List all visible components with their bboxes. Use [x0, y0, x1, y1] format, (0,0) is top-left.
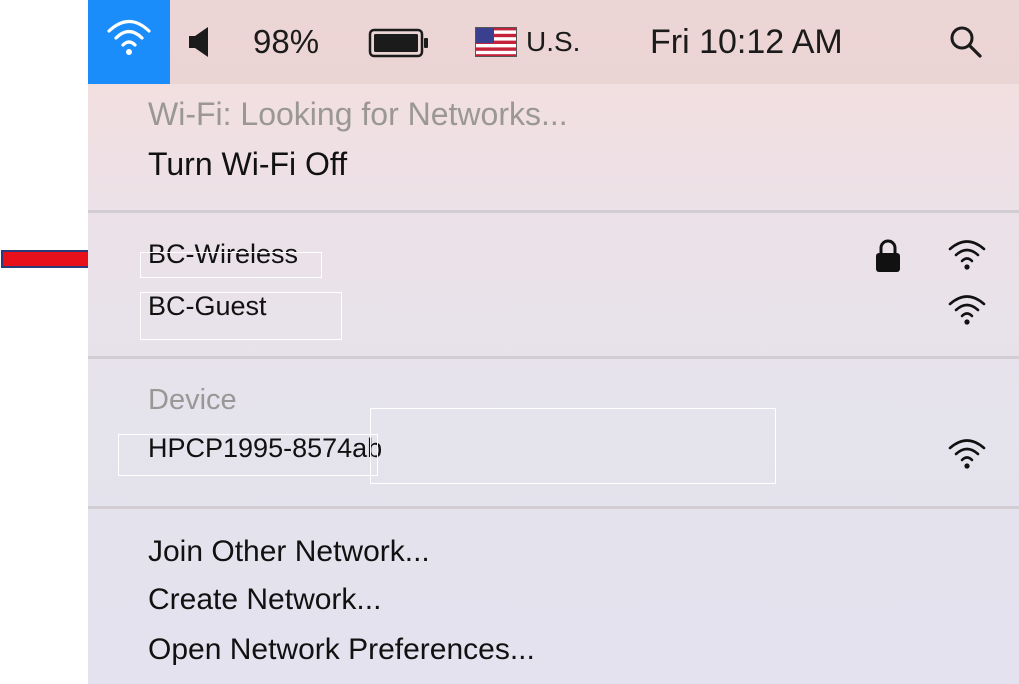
- menu-separator: [88, 356, 1019, 359]
- wifi-signal-icon: [948, 439, 986, 469]
- battery-icon[interactable]: [368, 28, 430, 58]
- annotation-box: [370, 408, 776, 484]
- turn-wifi-off-item[interactable]: Turn Wi-Fi Off: [148, 144, 347, 184]
- input-source-label[interactable]: U.S.: [526, 0, 580, 84]
- battery-percent[interactable]: 98%: [253, 0, 319, 84]
- create-network-item[interactable]: Create Network...: [148, 580, 381, 620]
- volume-icon[interactable]: [187, 26, 211, 58]
- wifi-icon: [107, 19, 151, 55]
- open-network-preferences-item[interactable]: Open Network Preferences...: [148, 630, 535, 670]
- wifi-signal-icon: [948, 240, 986, 270]
- device-item-hpcp1995[interactable]: HPCP1995-8574ab: [148, 428, 382, 468]
- menu-separator: [88, 210, 1019, 213]
- menubar-clock[interactable]: Fri 10:12 AM: [650, 0, 843, 84]
- wifi-dropdown-menu: Wi-Fi: Looking for Networks... Turn Wi-F…: [88, 84, 1019, 684]
- us-flag-icon[interactable]: [475, 27, 517, 57]
- menu-bar: 98% U.S. Fri 10:12 AM: [88, 0, 1019, 84]
- wifi-status-label: Wi-Fi: Looking for Networks...: [148, 96, 568, 132]
- devices-header: Device: [148, 384, 237, 416]
- screenshot: 98% U.S. Fri 10:12 AM Wi-Fi: Looking for…: [0, 0, 1019, 684]
- menu-separator: [88, 506, 1019, 509]
- wifi-signal-icon: [948, 295, 986, 325]
- network-item-bc-wireless[interactable]: BC-Wireless: [148, 234, 298, 274]
- join-other-network-item[interactable]: Join Other Network...: [148, 532, 430, 572]
- network-item-bc-guest[interactable]: BC-Guest: [148, 286, 267, 326]
- lock-icon: [876, 239, 900, 272]
- spotlight-search-icon[interactable]: [948, 24, 984, 60]
- wifi-menu-extra[interactable]: [88, 0, 170, 84]
